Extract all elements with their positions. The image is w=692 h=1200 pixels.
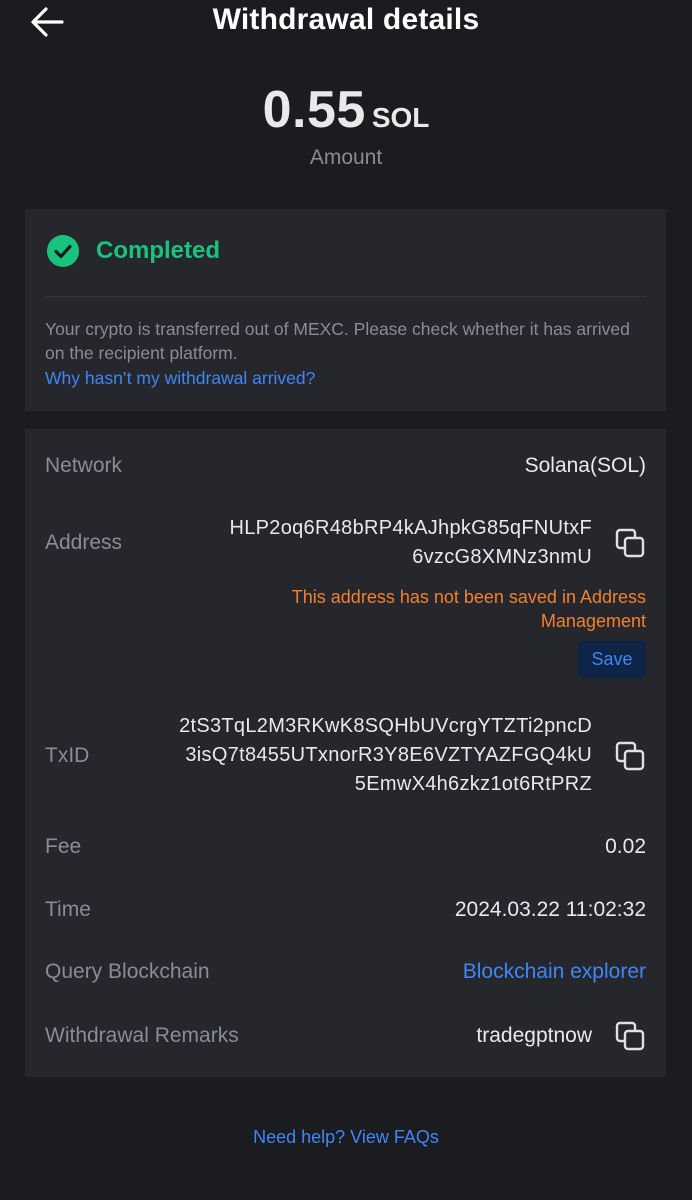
address-line-1: HLP2oq6R48bRP4kAJhpkG85qFNUtxF [229, 517, 592, 539]
fee-value: 0.02 [605, 835, 646, 858]
amount-value: 0.55 [262, 81, 366, 139]
copy-address-icon[interactable] [615, 528, 645, 558]
remarks-value: tradegptnow [476, 1024, 592, 1047]
network-value: Solana(SOL) [524, 454, 646, 477]
txid-value: 2tS3TqL2M3RKwK8SQHbUVcrgYTZTi2pncD 3isQ7… [179, 712, 592, 799]
amount-display: 0.55 SOL [0, 80, 692, 140]
copy-txid-icon[interactable] [615, 741, 645, 771]
address-warning: This address has not been saved in Addre… [292, 585, 646, 633]
txid-line-2: 3isQ7t8455UTxnorR3Y8E6VZTYAZFGQ4kU [185, 744, 592, 766]
copy-remarks-icon[interactable] [615, 1021, 645, 1051]
withdrawal-help-link[interactable]: Why hasn’t my withdrawal arrived? [45, 366, 315, 390]
address-line-2: 6vzcG8XMNz3nmU [412, 546, 592, 568]
network-label: Network [45, 454, 123, 477]
query-blockchain-label: Query Blockchain [45, 960, 210, 983]
address-warning-line-2: Management [540, 611, 646, 631]
page-title: Withdrawal details [212, 3, 480, 36]
header: Withdrawal details [0, 0, 692, 44]
status-message: Your crypto is transferred out of MEXC. … [45, 319, 630, 363]
txid-line-3: 5EmwX4h6zkz1ot6RtPRZ [354, 773, 592, 795]
details-card: Network Solana(SOL) Address HLP2oq6R48bR… [25, 429, 666, 1077]
check-circle-icon [47, 235, 79, 267]
status-card: Completed Your crypto is transferred out… [25, 209, 666, 411]
save-address-button[interactable]: Save [578, 641, 646, 678]
status-text: Completed [96, 237, 221, 264]
address-warning-line-1: This address has not been saved in Addre… [291, 587, 646, 607]
blockchain-explorer-link[interactable]: Blockchain explorer [463, 960, 646, 984]
status-row: Completed [47, 235, 220, 267]
remarks-label: Withdrawal Remarks [45, 1024, 239, 1047]
address-label: Address [45, 531, 123, 554]
time-value: 2024.03.22 11:02:32 [454, 898, 646, 921]
amount-unit: SOL [371, 102, 430, 133]
faq-link[interactable]: Need help? View FAQs [0, 1127, 692, 1148]
time-label: Time [45, 898, 91, 921]
txid-label: TxID [45, 744, 90, 767]
address-value: HLP2oq6R48bRP4kAJhpkG85qFNUtxF 6vzcG8XMN… [229, 514, 592, 572]
amount-label: Amount [309, 146, 383, 169]
divider [45, 296, 646, 297]
txid-line-1: 2tS3TqL2M3RKwK8SQHbUVcrgYTZTi2pncD [179, 715, 592, 737]
fee-label: Fee [45, 835, 82, 858]
